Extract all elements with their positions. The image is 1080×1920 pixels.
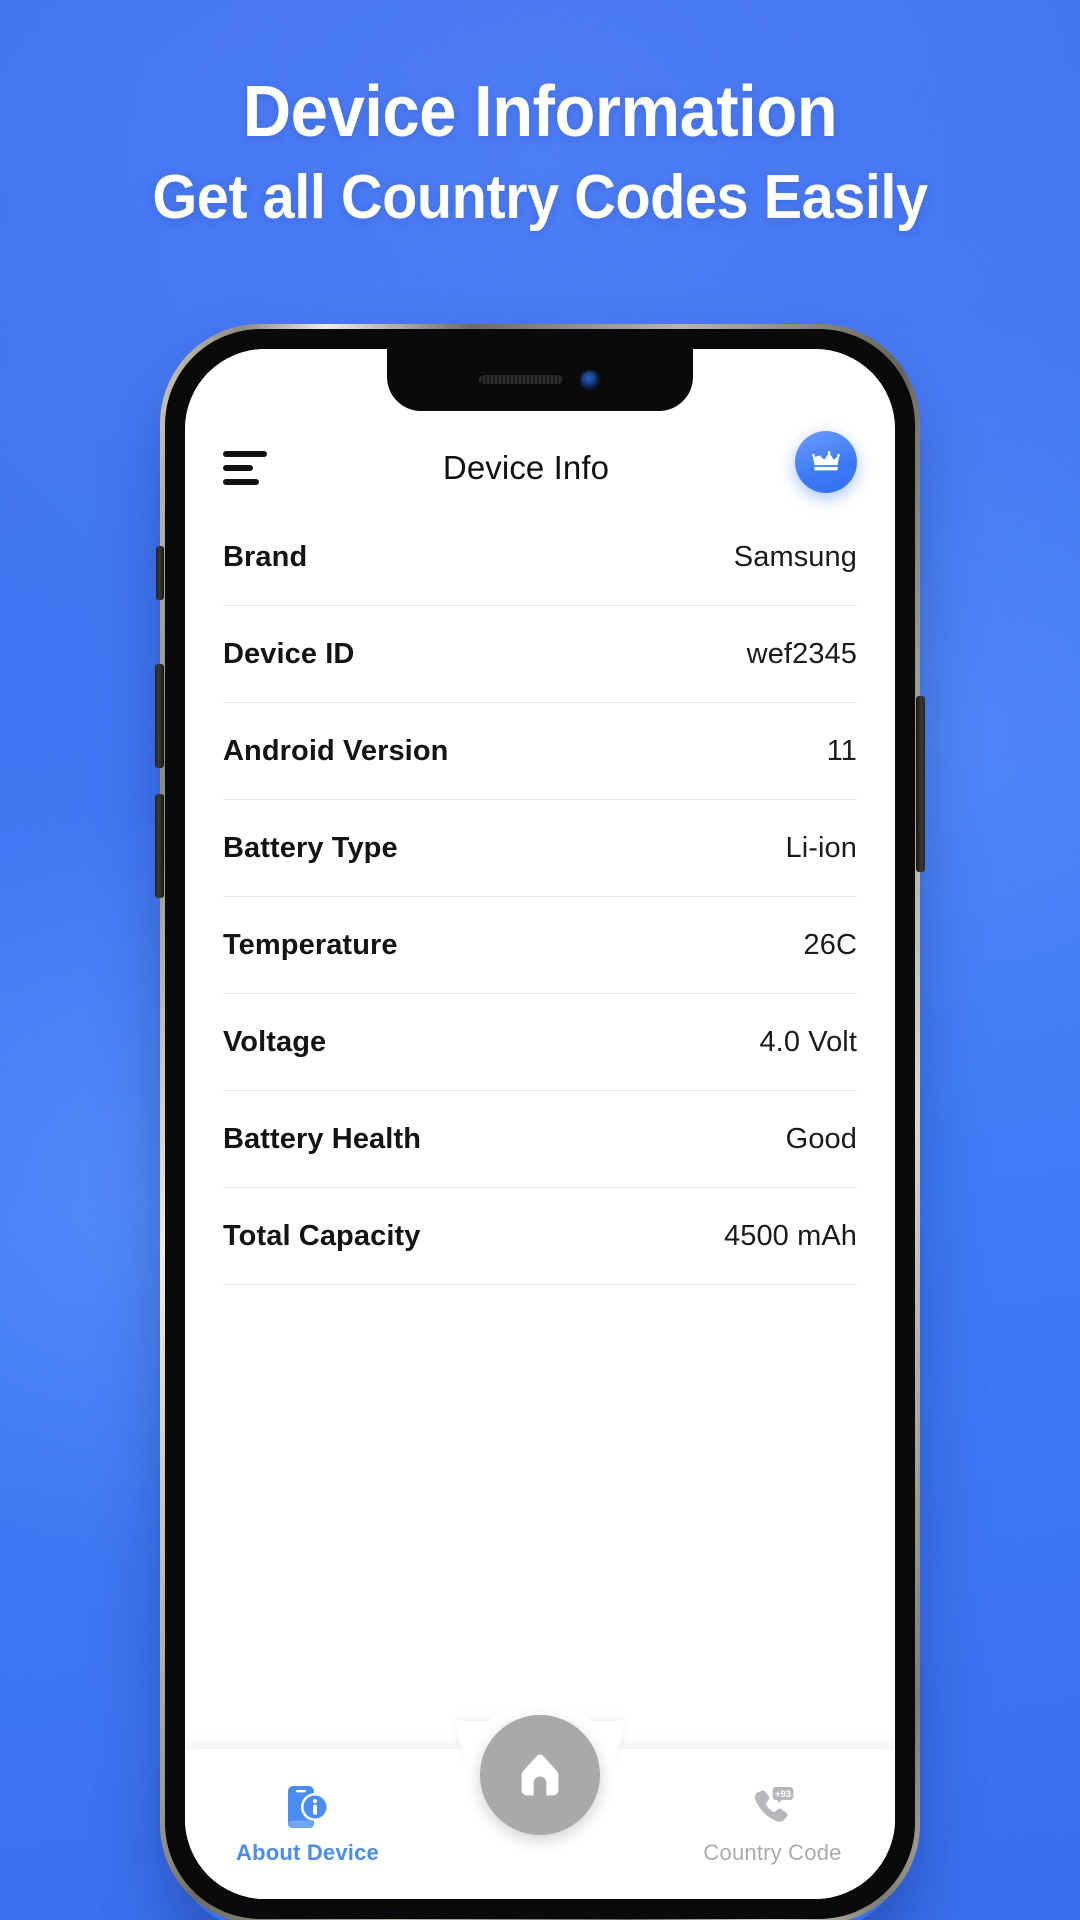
row-value: 26C [803, 928, 857, 961]
table-row[interactable]: Total Capacity 4500 mAh [223, 1188, 857, 1285]
device-info-list: Brand Samsung Device ID wef2345 Android … [185, 509, 895, 1749]
promo-headline: Device Information [242, 72, 838, 152]
country-code-badge-text: +93 [774, 1789, 790, 1800]
table-row[interactable]: Android Version 11 [223, 703, 857, 800]
front-camera-icon [581, 371, 599, 389]
volume-down-button[interactable] [155, 794, 164, 898]
table-row[interactable]: Battery Type Li-ion [223, 800, 857, 897]
nav-item-label: About Device [236, 1839, 379, 1865]
home-fab-button[interactable] [480, 1715, 600, 1835]
row-value: Samsung [733, 540, 857, 573]
table-row[interactable]: Voltage 4.0 Volt [223, 994, 857, 1091]
row-label: Temperature [223, 928, 398, 961]
row-label: Total Capacity [223, 1219, 421, 1252]
power-button[interactable] [916, 696, 925, 872]
page-title: Device Info [442, 449, 610, 486]
phone-notch [387, 349, 693, 411]
row-value: 4500 mAh [724, 1219, 857, 1252]
table-row[interactable]: Battery Health Good [223, 1091, 857, 1188]
phone-call-badge-icon: +93 [749, 1783, 797, 1831]
row-label: Battery Type [223, 831, 398, 864]
phone-body: Device Info Brand Samsung Device ID wef2… [165, 329, 915, 1919]
volume-up-button[interactable] [155, 664, 164, 768]
promo-headline-block: Device Information Get all Country Codes… [0, 72, 1080, 233]
bottom-navigation-bar: About Device +93 Country Code [185, 1701, 895, 1899]
phone-screen: Device Info Brand Samsung Device ID wef2… [185, 349, 895, 1899]
nav-item-label: Country Code [703, 1839, 842, 1865]
table-row[interactable]: Brand Samsung [223, 509, 857, 606]
phone-mockup: Device Info Brand Samsung Device ID wef2… [155, 324, 925, 1920]
app-screen: Device Info Brand Samsung Device ID wef2… [185, 349, 895, 1899]
nav-item-country-code[interactable]: +93 Country Code [650, 1783, 895, 1866]
row-value: 4.0 Volt [759, 1025, 857, 1058]
promo-subheadline: Get all Country Codes Easily [152, 163, 928, 233]
home-icon [514, 1749, 566, 1801]
phone-info-icon [286, 1783, 330, 1831]
premium-crown-button[interactable] [795, 431, 857, 493]
hamburger-menu-icon[interactable] [223, 451, 267, 485]
table-row[interactable]: Device ID wef2345 [223, 606, 857, 703]
row-label: Device ID [223, 637, 355, 670]
home-fab-wrapper [466, 1701, 614, 1849]
row-value: Good [785, 1122, 857, 1155]
nav-item-about-device[interactable]: About Device [185, 1783, 430, 1866]
table-row[interactable]: Temperature 26C [223, 897, 857, 994]
row-value: 11 [826, 734, 857, 767]
row-label: Battery Health [223, 1122, 422, 1155]
crown-icon [809, 445, 843, 479]
silent-switch-button[interactable] [156, 546, 164, 600]
row-label: Voltage [223, 1025, 327, 1058]
row-value: wef2345 [746, 637, 857, 670]
row-label: Brand [223, 540, 308, 573]
row-value: Li-ion [785, 831, 857, 864]
row-label: Android Version [223, 734, 449, 767]
earpiece-speaker-icon [479, 375, 563, 384]
